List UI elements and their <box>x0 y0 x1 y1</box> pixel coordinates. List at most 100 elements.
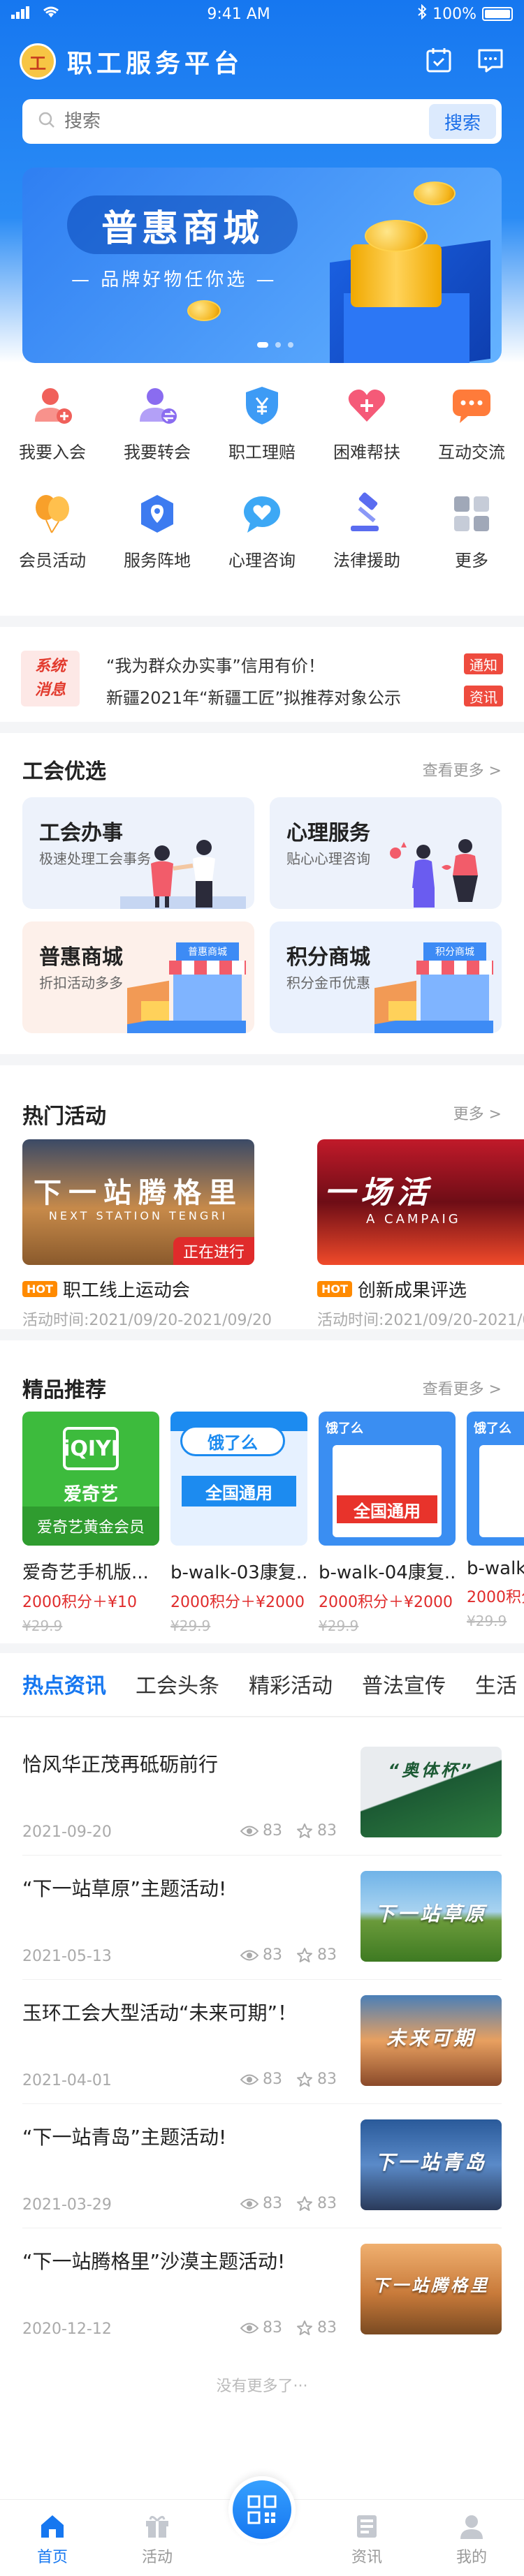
banner-carousel[interactable]: 普惠商城 — 品牌好物任你选 — <box>22 168 502 363</box>
carousel-dot <box>257 342 268 348</box>
menu-item-join[interactable]: 我要入会 <box>0 383 105 463</box>
menu-item-claims[interactable]: 职工理赔 <box>210 383 314 463</box>
menu-item-service-point[interactable]: 服务阵地 <box>105 491 210 571</box>
star-icon[interactable] <box>296 2071 313 2088</box>
tab-life[interactable]: 生活 <box>475 1668 517 1710</box>
tab-label: 资讯 <box>351 2549 382 2566</box>
section-divider <box>0 1329 524 1340</box>
calendar-check-icon[interactable] <box>425 46 453 77</box>
section-title-activities: 热门活动 <box>22 1104 106 1129</box>
section-title-products: 精品推荐 <box>22 1378 106 1402</box>
tab-mine[interactable]: 我的 <box>419 2500 524 2576</box>
menu-item-counseling[interactable]: 心理咨询 <box>210 491 314 571</box>
product-original-price: ¥29.9 <box>22 1618 63 1634</box>
product-card[interactable]: 饿了么 全国通用 b-walk-03康复... 2000积分＋¥2000 ¥29… <box>170 1412 307 1634</box>
hot-badge: HOT <box>317 1281 352 1297</box>
store-illustration: 积分商城 <box>374 942 493 1033</box>
union-logo: 工 <box>20 43 56 80</box>
news-item[interactable]: “下一站青岛”主题活动! 2021-03-29 83 83 下一站青岛 <box>22 2104 502 2228</box>
eye-icon <box>240 2198 259 2209</box>
news-title: “下一站草原”主题活动! <box>22 1877 227 1900</box>
product-price: 2000积分＋¥10 <box>22 1594 137 1611</box>
news-image: 未来可期 <box>361 1995 502 2086</box>
wifi-icon <box>42 5 60 23</box>
news-item[interactable]: “下一站腾格里”沙漠主题活动! 2020-12-12 83 83 下一站腾格里 <box>22 2228 502 2353</box>
news-item[interactable]: “下一站草原”主题活动! 2021-05-13 83 83 下一站草原 <box>22 1856 502 1980</box>
eye-icon <box>240 2074 259 2085</box>
tab-hot-news[interactable]: 热点资讯 <box>22 1668 106 1710</box>
more-link-union[interactable]: 查看更多 > <box>423 758 502 780</box>
heart-plus-icon <box>344 383 390 429</box>
tab-activity[interactable]: 活动 <box>105 2500 210 2576</box>
notice-item[interactable]: “我为群众办实事”信用有价！ <box>106 652 442 676</box>
activity-card[interactable]: 下一站腾格里 NEXT STATION TENGRI 正在进行 HOT 职工线上… <box>22 1139 272 1330</box>
product-image: 饿了么 <box>467 1412 524 1546</box>
product-name: b-walk-04康复... <box>319 1562 456 1583</box>
news-date: 2021-05-13 <box>22 1948 112 1965</box>
activity-image-subtext: NEXT STATION TENGRI <box>48 1209 228 1222</box>
menu-item-assistance[interactable]: 困难帮扶 <box>314 383 419 463</box>
notice-item[interactable]: 新疆2021年“新疆工匠”拟推荐对象公示 <box>106 684 442 709</box>
chat-icon <box>449 383 495 429</box>
coin-image <box>187 300 221 321</box>
activity-time: 活动时间:2021/09/20-2021/09/20 <box>22 1312 272 1329</box>
gift-icon <box>146 2516 168 2538</box>
notice-tag: 资讯 <box>464 686 503 706</box>
news-title: “下一站腾格里”沙漠主题活动! <box>22 2250 286 2273</box>
tab-legal[interactable]: 普法宣传 <box>362 1668 446 1710</box>
star-count: 83 <box>317 2319 337 2337</box>
product-price: 2000积分 <box>467 1589 524 1606</box>
more-link-activities[interactable]: 更多 > <box>453 1102 502 1124</box>
message-icon[interactable] <box>476 46 504 77</box>
product-card[interactable]: 饿了么 全国通用 b-walk-04康复... 2000积分＋¥2000 ¥29… <box>319 1412 456 1634</box>
notice-badge: 系统 消息 <box>21 651 80 706</box>
star-icon[interactable] <box>296 2196 313 2212</box>
card-discount-mall[interactable]: 普惠商城 折扣活动多多 普惠商城 <box>22 921 254 1033</box>
news-item[interactable]: 恰风华正茂再砥砺前行 2021-09-20 83 83 “奥体杯” <box>22 1731 502 1856</box>
menu-label: 我要转会 <box>124 443 191 462</box>
tab-label: 我的 <box>456 2549 487 2566</box>
star-icon[interactable] <box>296 2320 313 2337</box>
tab-events[interactable]: 精彩活动 <box>249 1668 333 1710</box>
view-count: 83 <box>263 2195 282 2212</box>
menu-item-legal-aid[interactable]: 法律援助 <box>314 491 419 571</box>
star-icon[interactable] <box>296 1823 313 1840</box>
eleme-logo: 饿了么 <box>180 1426 285 1456</box>
activity-image-subtext: A CAMPAIG <box>366 1212 461 1227</box>
card-union-affairs[interactable]: 工会办事 极速处理工会事务 <box>22 797 254 909</box>
tab-news[interactable]: 资讯 <box>314 2500 419 2576</box>
card-psych-service[interactable]: 心理服务 贴心心理咨询 <box>270 797 502 909</box>
search-input[interactable] <box>64 111 429 132</box>
product-price: 2000积分＋¥2000 <box>319 1594 453 1611</box>
menu-item-chat[interactable]: 互动交流 <box>419 383 524 463</box>
menu-label: 职工理赔 <box>228 443 296 462</box>
star-icon[interactable] <box>296 1947 313 1964</box>
more-link-products[interactable]: 查看更多 > <box>423 1377 502 1399</box>
product-card[interactable]: iQIYI 爱奇艺 爱奇艺黄金会员 爱奇艺手机版... 2000积分＋¥10 ¥… <box>22 1412 159 1634</box>
view-count: 83 <box>263 2319 282 2337</box>
activity-card[interactable]: 一场活 A CAMPAIG HOT 创新成果评选 活动时间:2021/09/20… <box>317 1139 524 1330</box>
card-points-mall[interactable]: 积分商城 积分金币优惠 积分商城 <box>270 921 502 1033</box>
logo-text: 工 <box>29 53 46 73</box>
news-item[interactable]: 玉环工会大型活动“未来可期”！ 2021-04-01 83 83 未来可期 <box>22 1980 502 2104</box>
gavel-icon <box>344 491 390 537</box>
tab-union-headlines[interactable]: 工会头条 <box>136 1668 219 1710</box>
menu-item-more[interactable]: 更多 <box>419 491 524 571</box>
product-name: b-walk-0 <box>467 1558 524 1579</box>
menu-item-transfer[interactable]: 我要转会 <box>105 383 210 463</box>
tab-scan[interactable] <box>210 2476 314 2576</box>
news-image-text: 下一站腾格里 <box>372 2276 490 2295</box>
service-grid: 我要入会 我要转会 职工理赔 困难帮扶 互动交流 会员活动 服务阵地 心理咨询 … <box>0 383 524 571</box>
search-button[interactable]: 搜索 <box>429 104 496 139</box>
scan-button[interactable] <box>228 2476 296 2543</box>
section-divider <box>0 722 524 733</box>
location-badge-icon <box>134 491 180 537</box>
status-badge: 正在进行 <box>173 1237 254 1265</box>
no-more-text: 没有更多了··· <box>216 2378 308 2395</box>
news-image: 下一站草原 <box>361 1871 502 1962</box>
product-card[interactable]: 饿了么 b-walk-0 2000积分 ¥29.9 <box>467 1412 524 1629</box>
card-subtitle: 折扣活动多多 <box>39 975 123 991</box>
tab-home[interactable]: 首页 <box>0 2500 105 2576</box>
menu-item-member-activity[interactable]: 会员活动 <box>0 491 105 571</box>
system-notice[interactable]: 系统 消息 “我为群众办实事”信用有价！ 通知 新疆2021年“新疆工匠”拟推荐… <box>0 638 524 722</box>
